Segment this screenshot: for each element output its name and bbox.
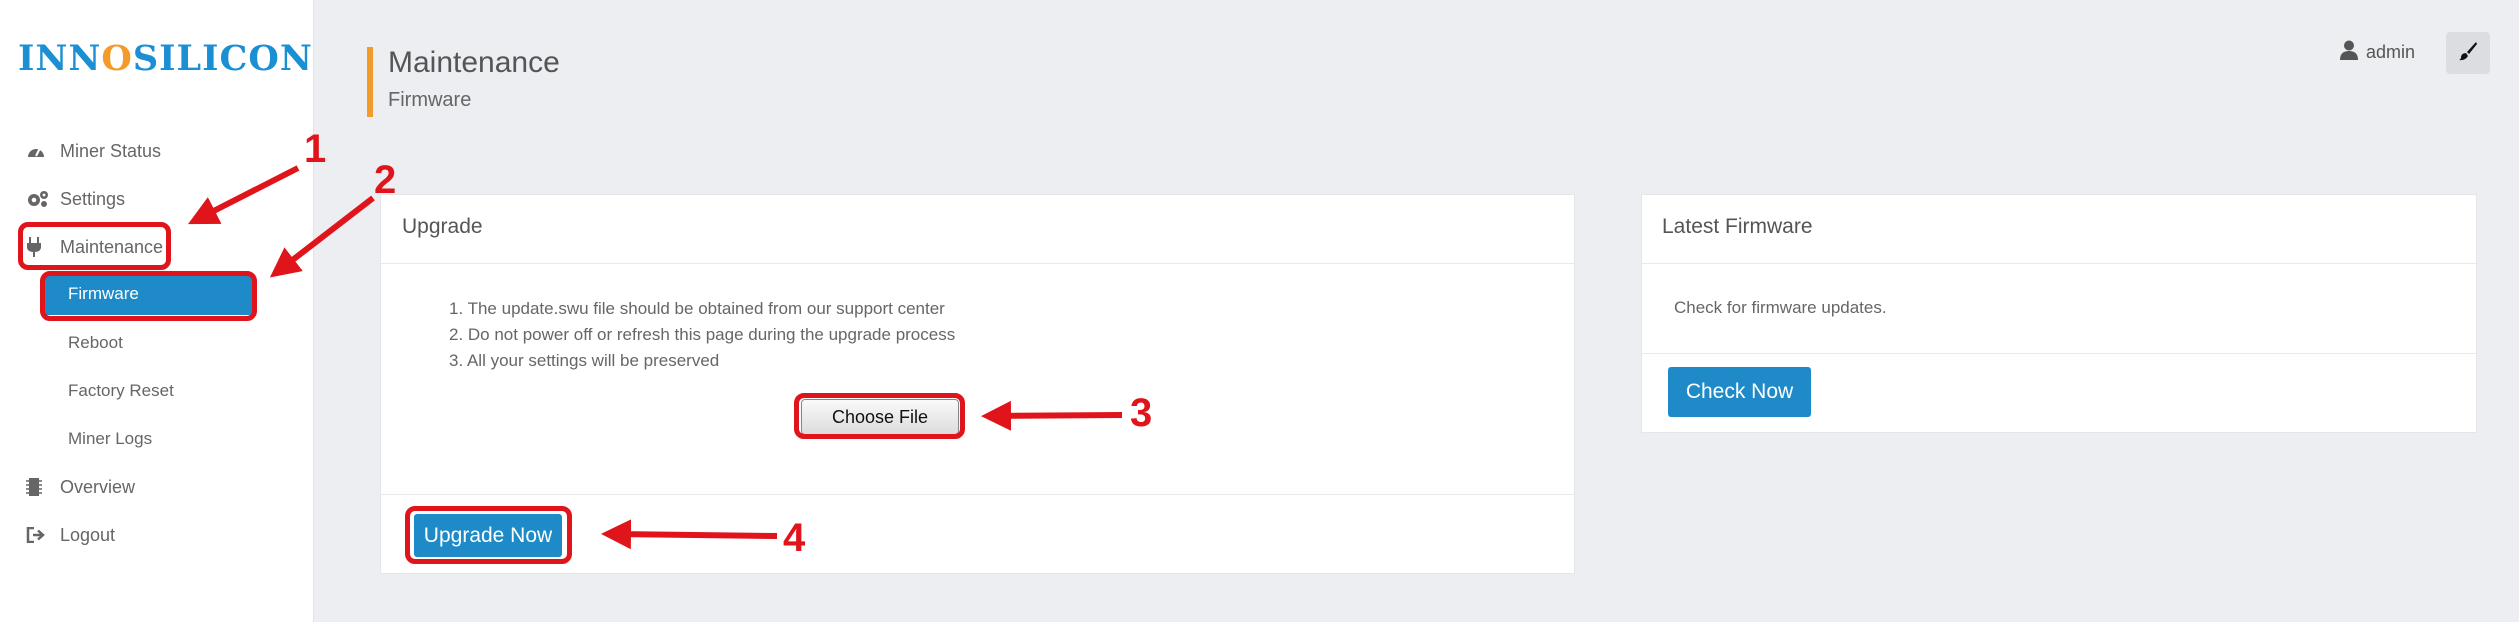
annotation-arrow-2	[269, 195, 375, 278]
annotation-arrow-3	[981, 400, 1123, 431]
annotation-arrows	[187, 165, 1123, 550]
annotation-arrow-1	[187, 165, 300, 225]
annotation-arrow-4	[601, 519, 778, 550]
